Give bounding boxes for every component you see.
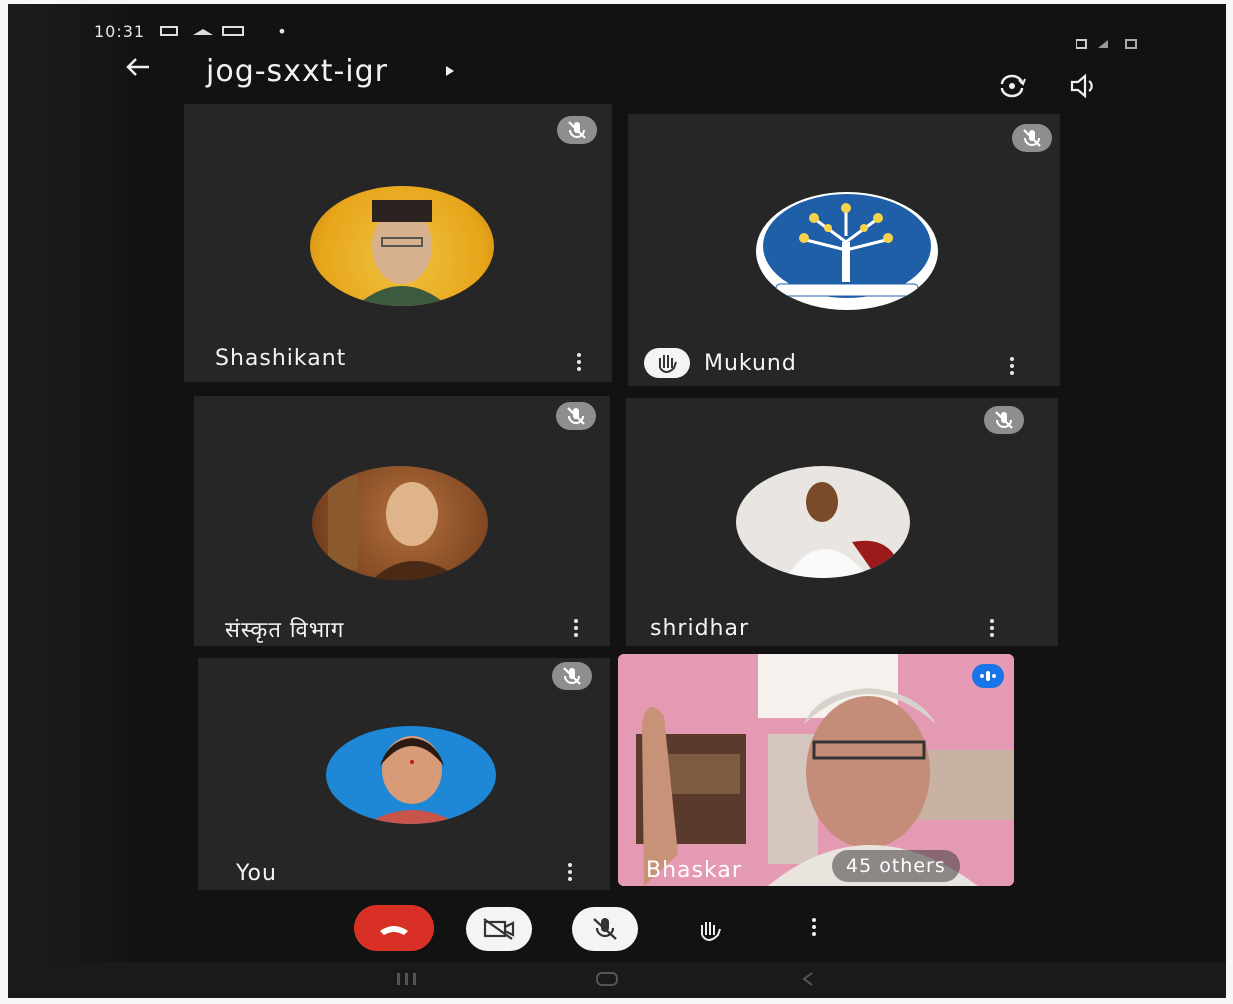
more-vert-icon[interactable]	[569, 350, 589, 378]
phone-screen: 10:31 • jog-sxxt-igr Shashikant Mukund स…	[8, 4, 1226, 998]
participant-tile[interactable]: Mukund	[628, 114, 1060, 386]
participant-name: Shashikant	[215, 346, 347, 371]
mic-off-icon[interactable]	[572, 907, 638, 951]
status-time: 10:31	[94, 22, 146, 41]
screen-edge	[8, 4, 128, 998]
status-dot: •	[277, 22, 288, 41]
speaking-indicator-icon	[972, 664, 1004, 688]
mic-off-icon	[984, 406, 1024, 434]
participant-name: संस्कृत विभाग	[225, 618, 345, 643]
participant-tile[interactable]: संस्कृत विभाग	[194, 396, 610, 646]
system-navigation-bar	[8, 962, 1226, 998]
more-vert-icon[interactable]	[560, 860, 580, 888]
camera-off-icon[interactable]	[466, 907, 532, 951]
participant-name: Bhaskar	[646, 858, 742, 883]
video-feed	[618, 654, 1014, 886]
participant-tile-self[interactable]: You	[198, 658, 610, 890]
participant-tile-active[interactable]: Bhaskar 45 others	[618, 654, 1014, 886]
avatar	[312, 466, 488, 580]
home-icon[interactable]	[594, 970, 620, 993]
participant-name: shridhar	[650, 616, 749, 641]
others-count-badge[interactable]: 45 others	[832, 850, 960, 882]
avatar	[310, 186, 494, 306]
status-icons	[160, 26, 245, 36]
raise-hand-icon[interactable]	[688, 911, 728, 951]
recent-apps-icon[interactable]	[394, 970, 420, 993]
participant-tile[interactable]: shridhar	[626, 398, 1058, 646]
avatar	[736, 466, 910, 578]
meeting-info-caret-icon[interactable]	[446, 66, 454, 76]
more-vert-icon[interactable]	[566, 616, 586, 644]
meeting-code[interactable]: jog-sxxt-igr	[206, 54, 388, 89]
more-options-icon[interactable]	[804, 911, 824, 947]
switch-camera-icon[interactable]	[994, 68, 1030, 104]
battery-icon	[1075, 39, 1137, 49]
participant-name: You	[236, 861, 277, 886]
mic-off-icon	[1012, 124, 1052, 152]
raised-hand-icon	[644, 348, 690, 378]
more-vert-icon[interactable]	[982, 616, 1002, 644]
more-vert-icon[interactable]	[1002, 354, 1022, 382]
back-arrow-icon[interactable]	[118, 52, 158, 92]
avatar	[756, 192, 938, 310]
top-bar: jog-sxxt-igr	[8, 52, 1226, 104]
mic-off-icon	[556, 402, 596, 430]
status-right-icons	[1075, 38, 1138, 53]
call-controls	[8, 899, 1226, 969]
mic-off-icon	[552, 662, 592, 690]
end-call-icon[interactable]	[354, 905, 434, 951]
participant-name: Mukund	[704, 351, 797, 376]
speaker-icon[interactable]	[1066, 68, 1102, 104]
status-bar: 10:31 •	[94, 22, 288, 41]
avatar	[326, 726, 496, 824]
back-nav-icon[interactable]	[798, 970, 818, 993]
participant-tile[interactable]: Shashikant	[184, 104, 612, 382]
mic-off-icon	[557, 116, 597, 144]
